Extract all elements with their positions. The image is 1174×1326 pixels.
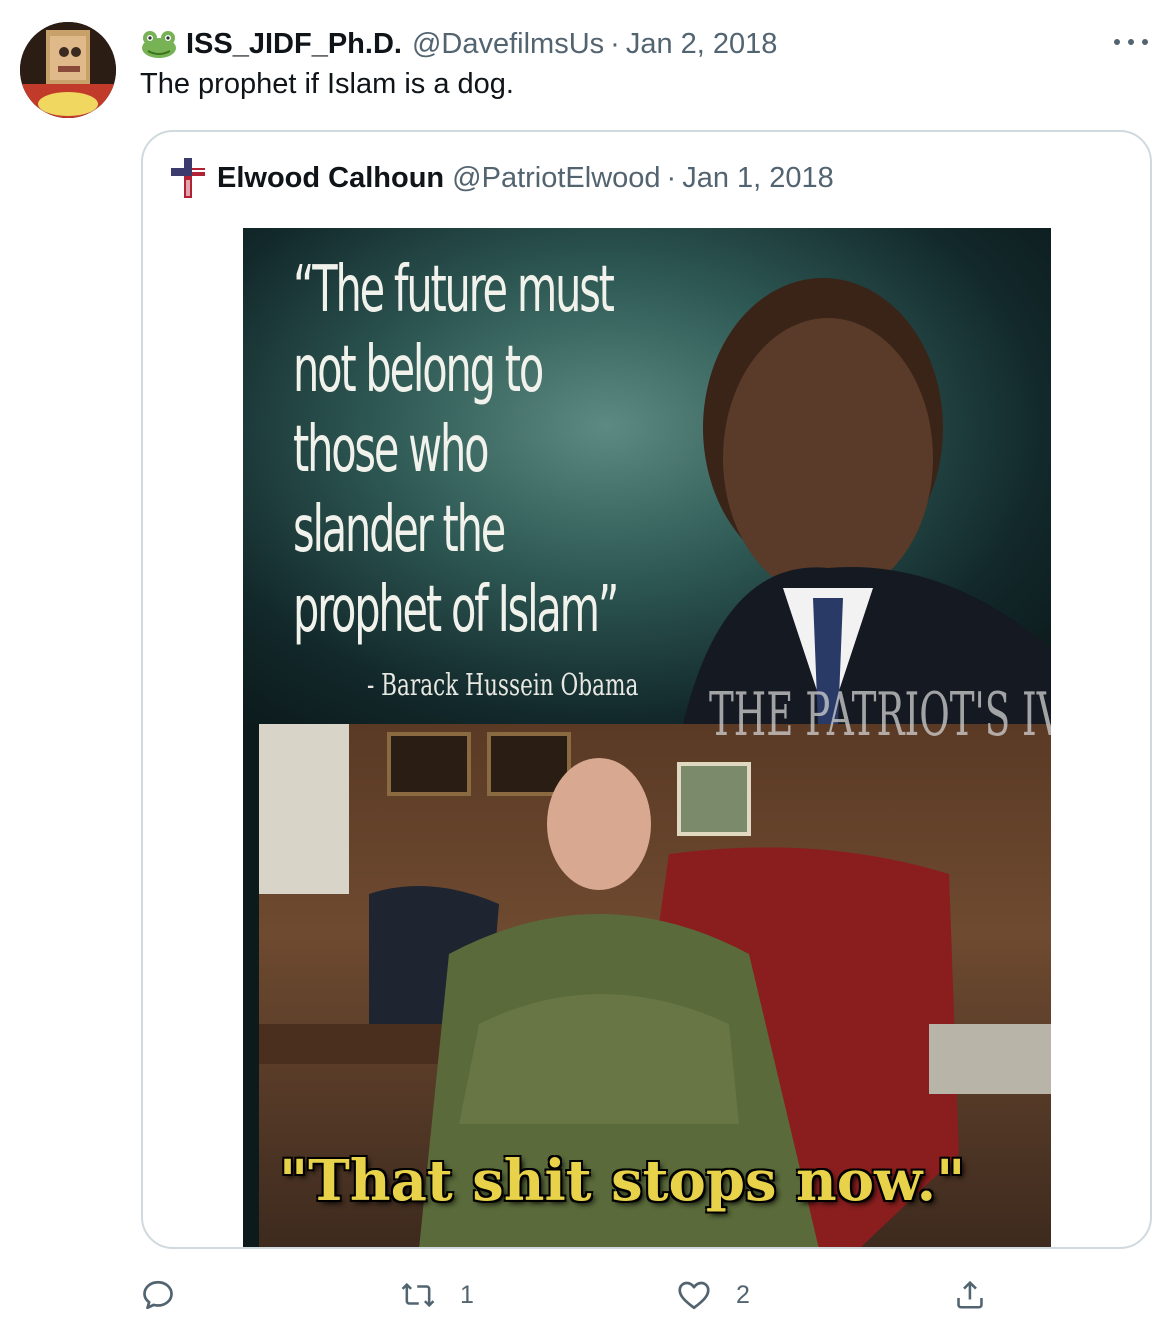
retweet-button[interactable]: 1 — [400, 1270, 474, 1320]
separator: · — [610, 27, 620, 60]
tweet-header: ISS_JIDF_Ph.D. @DavefilmsUs · Jan 2, 201… — [140, 24, 777, 64]
reply-button[interactable] — [140, 1270, 200, 1320]
meme-quote-text: “The future must not belong to those who… — [293, 253, 619, 647]
meme-caption: "That shit stops now." — [279, 1148, 966, 1214]
quoted-tweet[interactable]: Elwood Calhoun @PatriotElwood · Jan 1, 2… — [141, 130, 1152, 1249]
tweet: ISS_JIDF_Ph.D. @DavefilmsUs · Jan 2, 201… — [0, 0, 1174, 1326]
quoted-tweet-date[interactable]: Jan 1, 2018 — [682, 162, 834, 195]
frog-emoji-icon — [140, 29, 178, 59]
heart-icon — [678, 1281, 710, 1310]
quoted-separator: · — [666, 161, 677, 194]
reply-icon — [143, 1280, 173, 1310]
user-avatar[interactable] — [20, 22, 116, 118]
more-icon[interactable] — [1114, 30, 1148, 54]
tweet-text: The prophet if Islam is a dog. — [140, 68, 514, 100]
quoted-display-name[interactable]: Elwood Calhoun — [217, 162, 444, 195]
user-handle[interactable]: @DavefilmsUs — [412, 28, 604, 61]
action-bar: 1 2 — [140, 1270, 1000, 1320]
share-button[interactable] — [952, 1270, 988, 1320]
quoted-tweet-image[interactable]: “The future must not belong to those who… — [243, 228, 1051, 1247]
quoted-user-handle[interactable]: @PatriotElwood — [452, 162, 660, 195]
tweet-date[interactable]: Jan 2, 2018 — [626, 28, 778, 61]
like-count: 2 — [736, 1280, 750, 1309]
retweet-count: 1 — [460, 1280, 474, 1309]
meme-top-panel: “The future must not belong to those who… — [243, 228, 1051, 724]
quoted-user-avatar-icon[interactable] — [171, 158, 205, 198]
retweet-icon — [401, 1282, 435, 1308]
quoted-tweet-header: Elwood Calhoun @PatriotElwood · Jan 1, 2… — [171, 156, 834, 200]
meme-watermark: THE PATRIOT'S IV DRIP — [709, 680, 1051, 750]
meme-attribution: - Barack Hussein Obama — [367, 668, 639, 703]
share-icon — [957, 1280, 983, 1309]
display-name[interactable]: ISS_JIDF_Ph.D. — [186, 28, 402, 61]
like-button[interactable]: 2 — [676, 1270, 750, 1320]
